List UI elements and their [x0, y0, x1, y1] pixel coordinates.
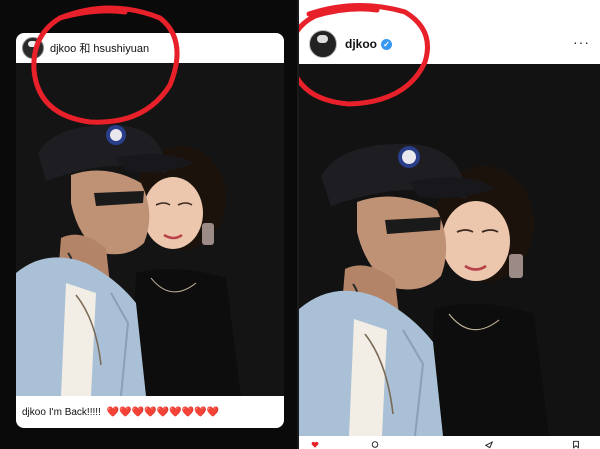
story-caption: djkoo I'm Back!!!!! ❤️❤️❤️❤️❤️❤️❤️❤️❤️	[16, 396, 284, 428]
verified-badge-icon: ✓	[381, 38, 392, 50]
post-username[interactable]: djkoo	[345, 37, 377, 51]
story-card[interactable]: djkoo 和 hsushiyuan djkoo I'm Back!!!!! ❤…	[16, 33, 284, 428]
avatar[interactable]	[22, 37, 44, 59]
caption-text: I'm Back!!!!!	[48, 406, 101, 418]
caption-hearts: ❤️❤️❤️❤️❤️❤️❤️❤️❤️	[106, 406, 219, 418]
share-icon[interactable]	[485, 440, 493, 449]
couple-photo	[299, 64, 600, 436]
story-usernames[interactable]: djkoo 和 hsushiyuan	[50, 40, 149, 56]
heart-icon[interactable]	[311, 440, 319, 449]
story-header: djkoo 和 hsushiyuan	[16, 33, 284, 63]
post-screenshot-panel: djkoo ✓ ···	[299, 0, 600, 449]
post-action-bar	[299, 436, 600, 449]
story-photo	[16, 63, 284, 396]
post-photo[interactable]	[299, 64, 600, 436]
bookmark-icon[interactable]	[572, 440, 580, 449]
caption-username[interactable]: djkoo	[22, 407, 46, 418]
comment-icon[interactable]	[371, 440, 379, 449]
post-header: djkoo ✓ ···	[299, 26, 600, 62]
avatar[interactable]	[309, 30, 337, 58]
couple-photo	[16, 63, 284, 396]
more-options-icon[interactable]: ···	[573, 34, 590, 50]
story-screenshot-panel: djkoo 和 hsushiyuan djkoo I'm Back!!!!! ❤…	[0, 0, 299, 449]
